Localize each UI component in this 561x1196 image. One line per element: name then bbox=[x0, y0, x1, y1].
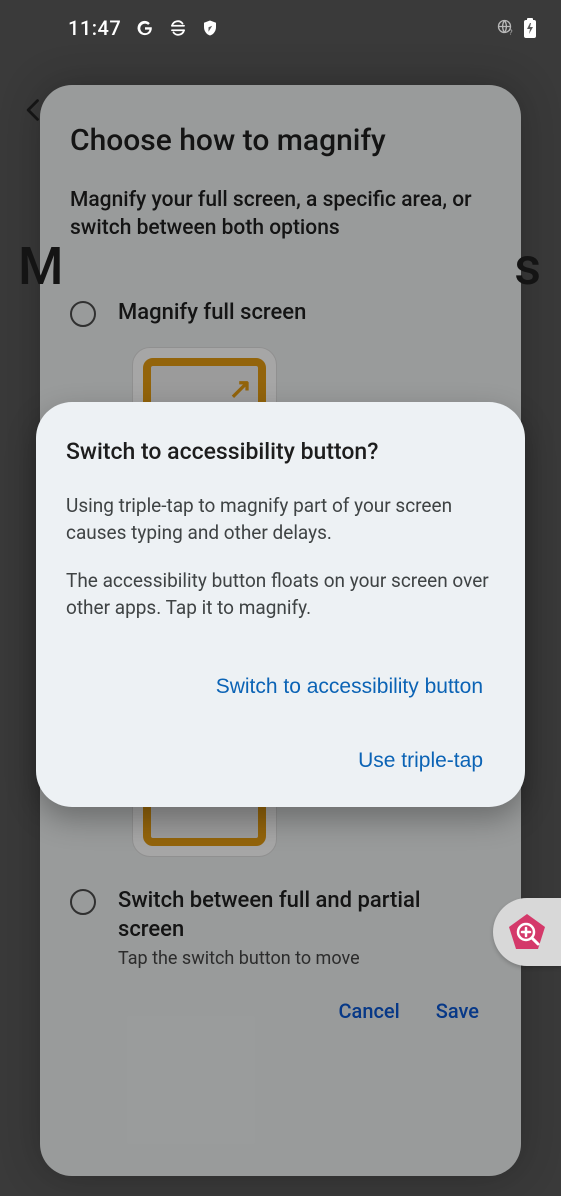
status-time: 11:47 bbox=[68, 16, 121, 40]
sync-icon bbox=[169, 19, 187, 37]
dialog-paragraph: The accessibility button floats on your … bbox=[66, 568, 495, 621]
svg-text:?: ? bbox=[509, 28, 513, 37]
floating-accessibility-button[interactable] bbox=[493, 898, 561, 966]
magnify-plus-icon bbox=[506, 911, 548, 953]
use-triple-tap-button[interactable]: Use triple-tap bbox=[346, 743, 495, 779]
google-icon bbox=[135, 18, 155, 38]
battery-charging-icon bbox=[523, 18, 537, 38]
dialog-title: Switch to accessibility button? bbox=[66, 438, 495, 465]
switch-accessibility-dialog: Switch to accessibility button? Using tr… bbox=[36, 402, 525, 807]
dialog-body: Using triple-tap to magnify part of your… bbox=[66, 493, 495, 621]
dialog-paragraph: Using triple-tap to magnify part of your… bbox=[66, 493, 495, 546]
status-bar: 11:47 ? bbox=[0, 0, 561, 56]
switch-accessibility-button[interactable]: Switch to accessibility button bbox=[204, 669, 495, 705]
shield-icon bbox=[201, 19, 219, 37]
globe-question-icon: ? bbox=[497, 19, 515, 37]
